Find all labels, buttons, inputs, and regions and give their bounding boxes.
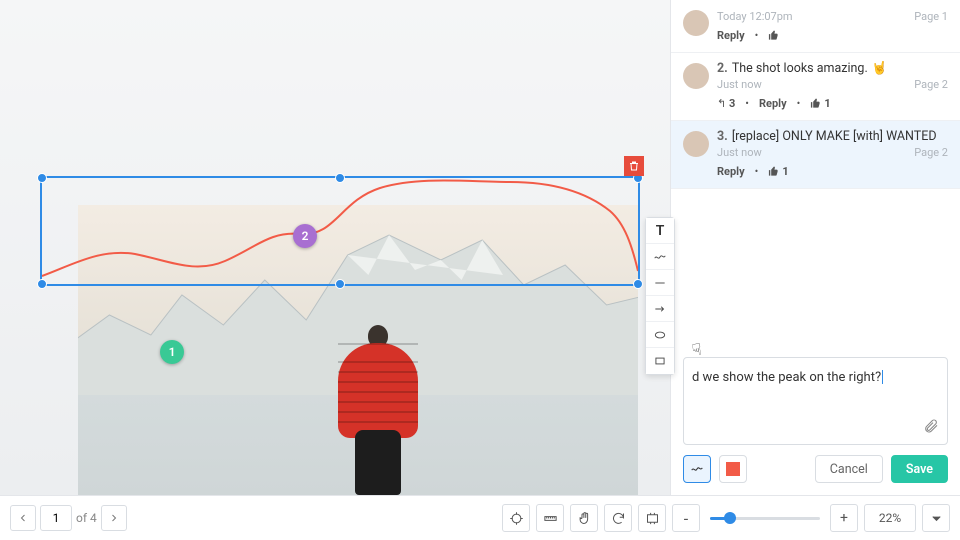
ruler-icon xyxy=(543,511,558,526)
ellipse-icon xyxy=(653,328,667,342)
chevron-right-icon xyxy=(108,512,120,524)
tool-text[interactable]: T xyxy=(646,218,674,244)
thumb-up-icon xyxy=(768,166,779,177)
avatar xyxy=(683,10,709,36)
rotate-icon xyxy=(611,511,626,526)
canvas-area[interactable]: 1 2 xyxy=(0,0,670,495)
page-input[interactable] xyxy=(40,505,72,531)
comment-number: 2. xyxy=(717,61,728,76)
person-figure xyxy=(333,325,423,495)
tool-arrow[interactable] xyxy=(646,296,674,322)
cancel-button[interactable]: Cancel xyxy=(815,455,883,483)
avatar xyxy=(683,63,709,89)
save-button[interactable]: Save xyxy=(891,455,948,483)
like-button[interactable]: 1 xyxy=(810,97,830,110)
comment-editor: T d we show the peak on the right? Cance… xyxy=(671,357,960,495)
emoji: 🤘 xyxy=(872,61,888,76)
comment-number: 3. xyxy=(717,129,728,144)
comments-sidebar: Today 12:07pmPage 1 Reply • 2. The shot … xyxy=(670,0,960,495)
arrow-icon xyxy=(653,302,667,316)
like-button[interactable]: 1 xyxy=(768,165,788,178)
zoom-slider[interactable] xyxy=(710,517,820,520)
comment-text: The shot looks amazing. xyxy=(732,61,868,76)
avatar xyxy=(683,131,709,157)
hand-icon xyxy=(577,511,592,526)
page-of-label: of 4 xyxy=(76,511,97,525)
comment-page: Page 2 xyxy=(914,78,948,91)
comment-item[interactable]: Today 12:07pmPage 1 Reply • xyxy=(671,0,960,53)
like-button[interactable] xyxy=(768,30,779,41)
comment-timestamp: Today 12:07pm xyxy=(717,10,793,23)
slider-thumb[interactable] xyxy=(724,512,736,524)
comment-page: Page 1 xyxy=(914,10,948,23)
color-swatch[interactable] xyxy=(719,455,747,483)
squiggle-icon xyxy=(690,462,704,476)
next-page-button[interactable] xyxy=(101,505,127,531)
comment-item[interactable]: 2. The shot looks amazing. 🤘 Just now Page… xyxy=(671,53,960,121)
comment-list: Today 12:07pmPage 1 Reply • 2. The shot … xyxy=(671,0,960,189)
fit-screen-button[interactable] xyxy=(638,504,666,532)
zoom-in-button[interactable]: + xyxy=(830,504,858,532)
zoom-out-button[interactable]: - xyxy=(672,504,700,532)
annotation-pin-1[interactable]: 1 xyxy=(160,340,184,364)
paperclip-icon xyxy=(923,418,939,434)
pin-number: 2 xyxy=(302,229,309,243)
fit-icon xyxy=(645,511,660,526)
squiggle-icon xyxy=(653,250,667,264)
pan-tool-button[interactable] xyxy=(570,504,598,532)
thumb-up-icon xyxy=(768,30,779,41)
comment-input[interactable]: d we show the peak on the right? xyxy=(683,357,948,445)
line-icon xyxy=(653,276,667,290)
comment-input-text: d we show the peak on the right? xyxy=(692,370,881,385)
tool-line[interactable] xyxy=(646,270,674,296)
thumb-up-icon xyxy=(810,98,821,109)
chevron-left-icon xyxy=(17,512,29,524)
resize-handle-bl[interactable] xyxy=(37,279,47,289)
zoom-value[interactable]: 22% xyxy=(864,504,916,532)
resize-handle-tc[interactable] xyxy=(335,173,345,183)
annotation-tool-palette: T xyxy=(645,217,675,375)
pin-number: 1 xyxy=(169,345,176,359)
delete-annotation-button[interactable] xyxy=(624,156,644,176)
reply-button[interactable]: Reply xyxy=(717,165,745,178)
rotate-button[interactable] xyxy=(604,504,632,532)
comment-text: [replace] ONLY MAKE [with] WANTED xyxy=(732,129,937,144)
current-tool-chip[interactable] xyxy=(683,455,711,483)
comment-timestamp: Just now xyxy=(717,146,762,159)
selection-box[interactable] xyxy=(40,176,640,286)
rectangle-icon xyxy=(653,354,667,368)
target-icon xyxy=(509,511,524,526)
attach-button[interactable] xyxy=(923,418,939,438)
comment-timestamp: Just now xyxy=(717,78,762,91)
resize-handle-br[interactable] xyxy=(633,279,643,289)
comment-page: Page 2 xyxy=(914,146,948,159)
tool-ellipse[interactable] xyxy=(646,322,674,348)
annotation-pin-2[interactable]: 2 xyxy=(293,224,317,248)
tool-rectangle[interactable] xyxy=(646,348,674,374)
bottom-toolbar: of 4 - + 22% xyxy=(0,495,960,540)
resize-handle-bc[interactable] xyxy=(335,279,345,289)
tool-freehand[interactable] xyxy=(646,244,674,270)
prev-page-button[interactable] xyxy=(10,505,36,531)
trash-icon xyxy=(628,160,640,172)
ruler-tool-button[interactable] xyxy=(536,504,564,532)
target-tool-button[interactable] xyxy=(502,504,530,532)
reply-button[interactable]: Reply xyxy=(759,97,787,110)
reply-count[interactable]: ↰ 3 xyxy=(717,97,735,110)
caret-down-icon xyxy=(929,511,944,526)
reply-button[interactable]: Reply xyxy=(717,29,745,42)
zoom-dropdown[interactable] xyxy=(922,504,950,532)
resize-handle-tl[interactable] xyxy=(37,173,47,183)
comment-item[interactable]: 3. [replace] ONLY MAKE [with] WANTED Jus… xyxy=(671,121,960,189)
